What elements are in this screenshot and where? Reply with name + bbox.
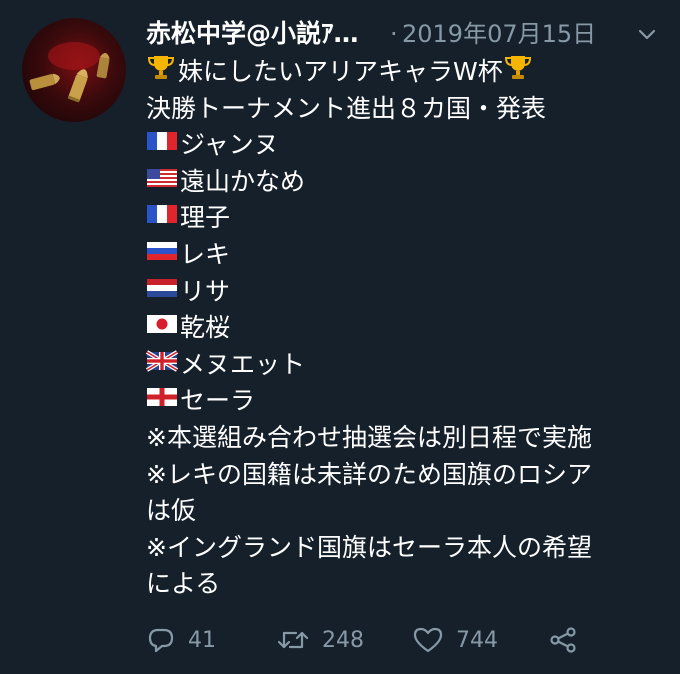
- text-line: メヌエット: [145, 347, 666, 384]
- header-separator: ·: [390, 20, 398, 48]
- text-line: セーラ: [146, 383, 666, 420]
- share-icon[interactable]: [548, 625, 578, 655]
- display-name[interactable]: 赤松中学@小説ｱ…: [146, 14, 359, 54]
- tweet-line-text: 理子: [180, 203, 231, 233]
- retweet-count: 248: [322, 627, 364, 653]
- tweet[interactable]: 赤松中学@小説ｱ… · 2019年07月15日 妹にしたいアリアキャラW杯 決勝…: [0, 0, 680, 674]
- tweet-header: 赤松中学@小説ｱ… · 2019年07月15日: [146, 14, 666, 54]
- tweet-line-text: 妹にしたいアリアキャラW杯: [178, 57, 503, 86]
- tweet-line-text: レキ: [180, 239, 231, 269]
- text-line: リサ: [146, 274, 666, 311]
- text-line: レキ: [146, 237, 666, 274]
- heart-icon[interactable]: [412, 625, 444, 655]
- share-button[interactable]: [548, 620, 578, 660]
- flag-england-icon: [146, 383, 178, 420]
- avatar[interactable]: [22, 18, 126, 122]
- reply-icon[interactable]: [146, 625, 176, 655]
- retweet-button[interactable]: 248: [276, 620, 364, 660]
- flag-france-icon: [146, 200, 178, 237]
- flag-russia-icon: [146, 237, 178, 274]
- flag-netherlands-icon: [146, 274, 178, 311]
- flag-uk-icon: [145, 347, 179, 384]
- trophy-icon: [146, 52, 176, 93]
- text-line: は仮: [146, 493, 666, 530]
- tweet-line-text: セーラ: [180, 386, 256, 416]
- tweet-line-text: メヌエット: [180, 349, 306, 379]
- flag-japan-icon: [146, 310, 178, 347]
- text-line: ※レキの国籍は未詳のため国旗のロシア: [146, 457, 666, 494]
- text-line: ジャンヌ: [146, 127, 666, 164]
- tweet-actions: 41 248 744: [146, 620, 666, 660]
- text-line: 決勝トーナメント進出８カ国・発表: [146, 91, 666, 128]
- text-line: 妹にしたいアリアキャラW杯: [146, 54, 666, 91]
- tweet-line-text: 乾桜: [180, 313, 231, 343]
- tweet-line-text: リサ: [180, 276, 231, 306]
- tweet-line-text: ※イングランド国旗はセーラ本人の希望: [146, 532, 592, 562]
- tweet-line-text: 決勝トーナメント進出８カ国・発表: [146, 93, 547, 123]
- text-line: 理子: [146, 200, 666, 237]
- text-line: ※イングランド国旗はセーラ本人の希望: [146, 530, 666, 567]
- tweet-date[interactable]: 2019年07月15日: [402, 14, 596, 54]
- tweet-line-text: 遠山かなめ: [180, 166, 306, 196]
- reply-button[interactable]: 41: [146, 620, 216, 660]
- text-line: 遠山かなめ: [146, 164, 666, 201]
- trophy-icon: [503, 52, 533, 93]
- flag-usa-icon: [146, 164, 178, 201]
- flag-france-icon: [146, 127, 178, 164]
- text-line: ※本選組み合わせ抽選会は別日程で実施: [146, 420, 666, 457]
- tweet-line-text: ジャンヌ: [180, 130, 279, 160]
- retweet-icon[interactable]: [276, 625, 310, 655]
- tweet-line-text: ※レキの国籍は未詳のため国旗のロシア: [146, 459, 592, 489]
- tweet-line-text: ※本選組み合わせ抽選会は別日程で実施: [146, 422, 592, 452]
- tweet-line-text: による: [146, 569, 221, 599]
- bullets-image: [29, 42, 110, 103]
- like-count: 744: [456, 627, 498, 653]
- tweet-text: 妹にしたいアリアキャラW杯 決勝トーナメント進出８カ国・発表 ジャンヌ 遠山かな…: [145, 54, 666, 603]
- tweet-line-text: は仮: [146, 496, 197, 526]
- text-line: 乾桜: [146, 310, 666, 347]
- like-button[interactable]: 744: [412, 620, 498, 660]
- chevron-down-icon[interactable]: [636, 24, 658, 46]
- text-line: による: [146, 566, 666, 603]
- reply-count: 41: [188, 627, 216, 653]
